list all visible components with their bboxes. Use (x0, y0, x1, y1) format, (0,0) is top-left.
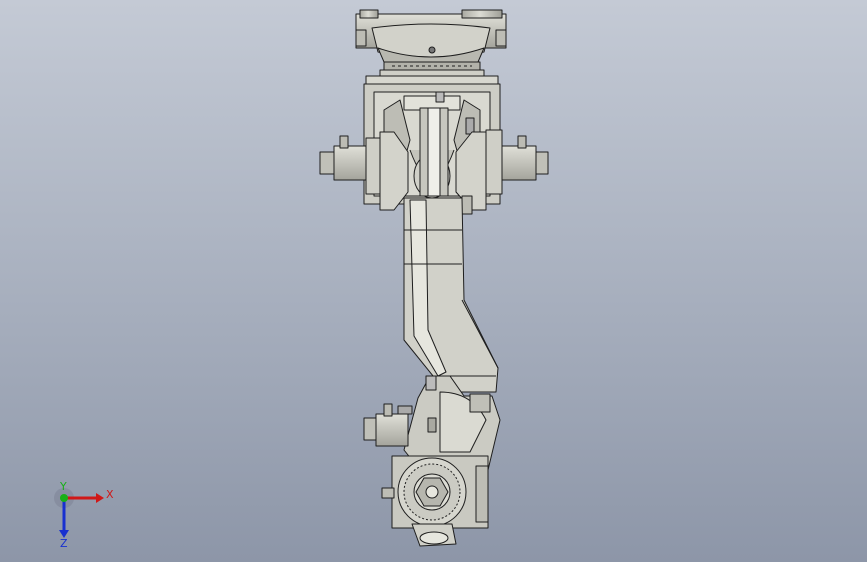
z-axis-label: Z (60, 537, 68, 548)
wrist-flange (381, 455, 489, 547)
right-axis-motor (455, 129, 549, 215)
3d-viewport[interactable]: X Y Z (0, 0, 867, 562)
x-axis-label: X (106, 488, 114, 501)
robot-arm-model[interactable] (0, 0, 867, 562)
y-axis-label: Y (59, 480, 67, 493)
elbow-motor (363, 403, 413, 447)
mounting-base (355, 9, 507, 68)
lower-arm (403, 197, 499, 393)
coordinate-triad: X Y Z (54, 480, 114, 548)
base-bearing-ring (365, 61, 499, 87)
